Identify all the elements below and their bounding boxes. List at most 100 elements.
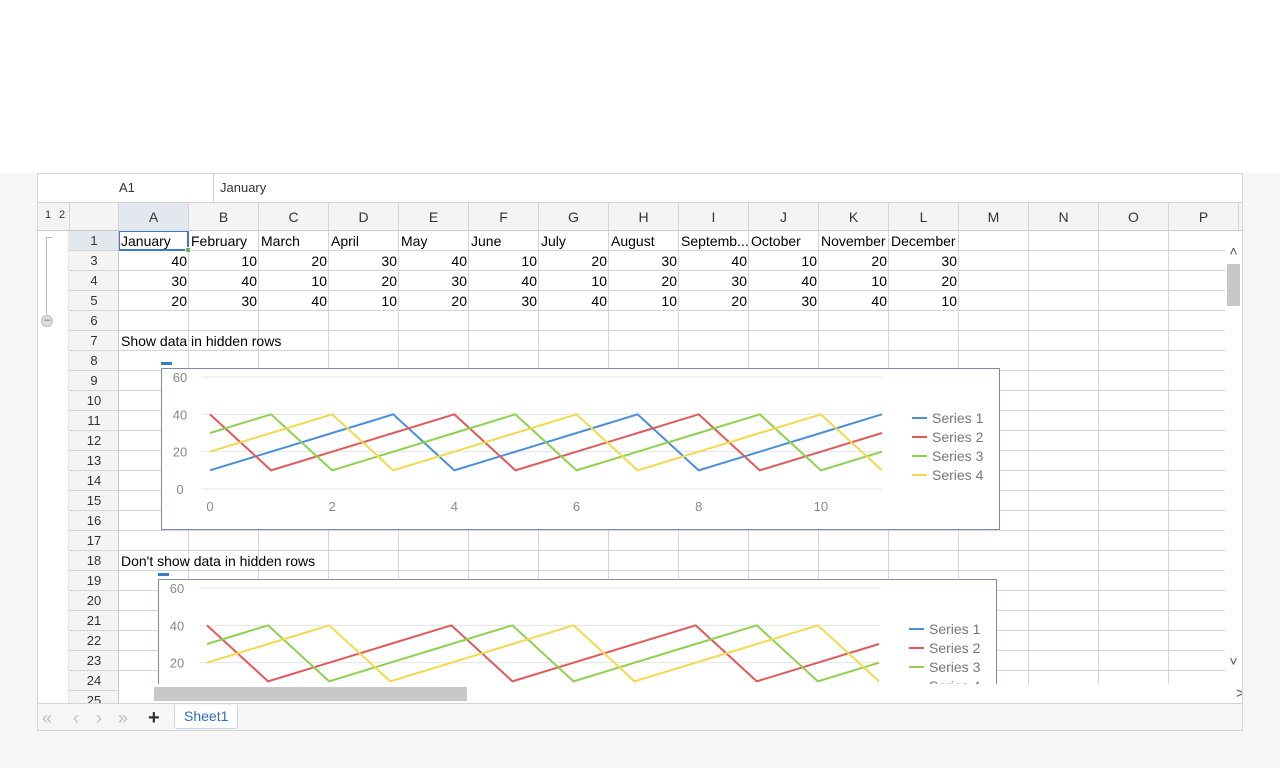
sheet-tab[interactable]: Sheet1 (174, 705, 239, 729)
row-header-5[interactable]: 5 (69, 291, 118, 311)
header-cell[interactable]: December (889, 231, 959, 251)
vertical-scroll-thumb[interactable] (1227, 264, 1240, 306)
header-cell[interactable]: April (329, 231, 399, 251)
first-sheet-icon[interactable]: « (42, 708, 52, 728)
row-header-4[interactable]: 4 (69, 271, 118, 291)
data-cell[interactable]: 10 (189, 251, 259, 271)
scroll-right-icon[interactable]: > (1236, 684, 1242, 703)
chart-caption-show-hidden[interactable]: Show data in hidden rows (119, 331, 283, 351)
data-cell[interactable]: 20 (259, 251, 329, 271)
data-cell[interactable]: 10 (259, 271, 329, 291)
data-cell[interactable]: 40 (819, 291, 889, 311)
horizontal-scroll-thumb[interactable] (154, 687, 467, 701)
add-sheet-button[interactable]: + (148, 707, 160, 729)
data-cell[interactable]: 20 (329, 271, 399, 291)
column-header-g[interactable]: G (539, 203, 609, 231)
outline-level-2-button[interactable]: 2 (59, 209, 65, 221)
header-cell[interactable]: March (259, 231, 329, 251)
row-header-18[interactable]: 18 (69, 551, 118, 571)
formula-input[interactable]: January (220, 174, 266, 202)
header-cell[interactable]: August (609, 231, 679, 251)
column-header-a[interactable]: A (119, 203, 189, 231)
outline-level-1-button[interactable]: 1 (45, 209, 51, 221)
data-cell[interactable]: 40 (469, 271, 539, 291)
data-cell[interactable]: 10 (889, 291, 959, 311)
column-header-k[interactable]: K (819, 203, 889, 231)
column-header-m[interactable]: M (959, 203, 1029, 231)
column-header-c[interactable]: C (259, 203, 329, 231)
data-cell[interactable]: 40 (189, 271, 259, 291)
row-header-12[interactable]: 12 (69, 431, 118, 451)
scroll-down-icon[interactable]: ˅ (1225, 653, 1242, 669)
data-cell[interactable]: 20 (889, 271, 959, 291)
fill-handle[interactable] (185, 247, 191, 253)
column-header-h[interactable]: H (609, 203, 679, 231)
data-cell[interactable]: 30 (469, 291, 539, 311)
row-header-17[interactable]: 17 (69, 531, 118, 551)
data-cell[interactable]: 30 (329, 251, 399, 271)
last-sheet-icon[interactable]: » (118, 708, 128, 728)
header-cell[interactable]: November (819, 231, 889, 251)
data-cell[interactable]: 20 (819, 251, 889, 271)
column-header-l[interactable]: L (889, 203, 959, 231)
data-cell[interactable]: 40 (259, 291, 329, 311)
next-sheet-icon[interactable]: › (96, 708, 102, 728)
scroll-up-icon[interactable]: ˄ (1225, 243, 1242, 259)
vertical-scrollbar[interactable]: ˄ ˅ (1225, 231, 1242, 703)
data-cell[interactable]: 20 (609, 271, 679, 291)
row-header-23[interactable]: 23 (69, 651, 118, 671)
select-all-corner[interactable] (69, 203, 119, 231)
chart-caption-hide-hidden[interactable]: Don't show data in hidden rows (119, 551, 317, 571)
line-chart-show-hidden[interactable]: 0 20 40 60 0 2 4 6 8 10 Series 1 Series 2 Series 3 Se… (161, 368, 1000, 530)
column-header-n[interactable]: N (1029, 203, 1099, 231)
row-header-8[interactable]: 8 (69, 351, 118, 371)
data-cell[interactable]: 20 (679, 291, 749, 311)
data-cell[interactable]: 40 (119, 251, 189, 271)
data-cell[interactable]: 10 (329, 291, 399, 311)
column-header-o[interactable]: O (1099, 203, 1169, 231)
row-header-20[interactable]: 20 (69, 591, 118, 611)
row-header-11[interactable]: 11 (69, 411, 118, 431)
column-header-i[interactable]: I (679, 203, 749, 231)
column-header-j[interactable]: J (749, 203, 819, 231)
header-cell[interactable]: Septemb... (679, 231, 749, 251)
header-cell[interactable]: October (749, 231, 819, 251)
data-cell[interactable]: 40 (749, 271, 819, 291)
column-header-p[interactable]: P (1169, 203, 1239, 231)
row-header-6[interactable]: 6 (69, 311, 118, 331)
header-cell[interactable]: May (399, 231, 469, 251)
row-header-1[interactable]: 1 (69, 231, 118, 251)
data-cell[interactable]: 30 (749, 291, 819, 311)
row-header-9[interactable]: 9 (69, 371, 118, 391)
row-header-19[interactable]: 19 (69, 571, 118, 591)
data-cell[interactable]: 10 (819, 271, 889, 291)
cell-grid[interactable]: 0 20 40 60 0 2 4 6 8 10 Series 1 Series 2 Series 3 Se… (119, 231, 1225, 703)
data-cell[interactable]: 20 (539, 251, 609, 271)
data-cell[interactable]: 30 (609, 251, 679, 271)
row-header-21[interactable]: 21 (69, 611, 118, 631)
data-cell[interactable]: 30 (889, 251, 959, 271)
data-cell[interactable]: 30 (189, 291, 259, 311)
column-header-f[interactable]: F (469, 203, 539, 231)
row-header-24[interactable]: 24 (69, 671, 118, 691)
data-cell[interactable]: 10 (539, 271, 609, 291)
row-header-13[interactable]: 13 (69, 451, 118, 471)
data-cell[interactable]: 40 (679, 251, 749, 271)
row-header-25[interactable]: 25 (69, 691, 118, 703)
horizontal-scrollbar[interactable]: < > (119, 684, 1242, 703)
row-header-14[interactable]: 14 (69, 471, 118, 491)
collapse-group-icon[interactable]: – (41, 315, 53, 327)
data-cell[interactable]: 10 (749, 251, 819, 271)
data-cell[interactable]: 30 (679, 271, 749, 291)
data-cell[interactable]: 10 (609, 291, 679, 311)
header-cell[interactable]: February (189, 231, 259, 251)
column-header-e[interactable]: E (399, 203, 469, 231)
prev-sheet-icon[interactable]: ‹ (73, 708, 79, 728)
column-header-b[interactable]: B (189, 203, 259, 231)
data-cell[interactable]: 20 (119, 291, 189, 311)
data-cell[interactable]: 10 (469, 251, 539, 271)
data-cell[interactable]: 40 (399, 251, 469, 271)
row-header-15[interactable]: 15 (69, 491, 118, 511)
row-header-3[interactable]: 3 (69, 251, 118, 271)
data-cell[interactable]: 30 (119, 271, 189, 291)
